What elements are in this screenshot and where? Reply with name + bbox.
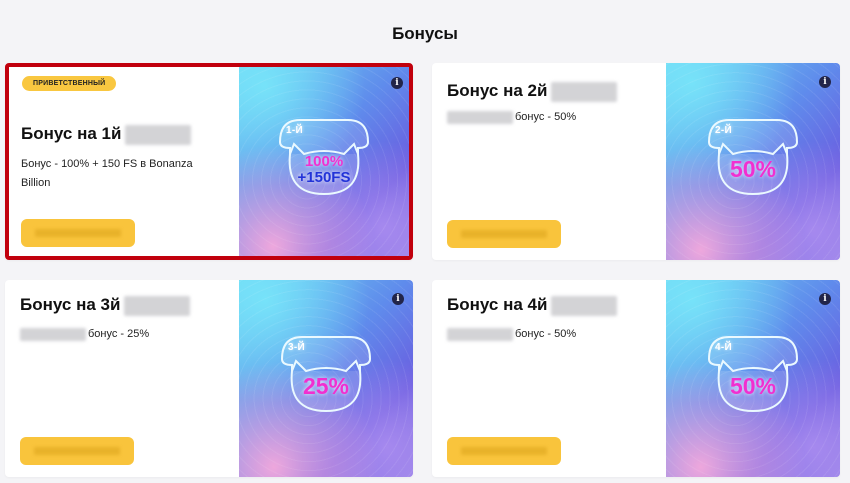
welcome-badge: ПРИВЕТСТВЕННЫЙ — [22, 76, 117, 91]
bonus-percent: 50% — [729, 372, 777, 399]
bonus-rank: 4-Й — [715, 341, 732, 353]
bonus-image: i 2-Й 50% — [666, 63, 840, 260]
bonus-card-2[interactable]: Бонус на 2й бонус - 50% i 2-Й 50% — [432, 63, 840, 260]
card-description-text: бонус - 50% — [515, 328, 577, 340]
get-bonus-button[interactable] — [21, 219, 135, 247]
card-title-text: Бонус на 1й — [21, 124, 122, 143]
card-title: Бонус на 2й — [447, 81, 618, 102]
bonus-rank: 2-Й — [715, 124, 732, 136]
bonus-percent: 100% +150FS — [272, 152, 376, 186]
redacted-text — [20, 327, 86, 341]
bonus-card-1[interactable]: ПРИВЕТСТВЕННЫЙ Бонус на 1й Бонус - 100% … — [5, 63, 413, 260]
card-title-text: Бонус на 4й — [447, 295, 548, 314]
redacted-text — [125, 124, 192, 145]
redacted-button-label — [34, 447, 120, 455]
card-description-text: бонус - 25% — [88, 328, 150, 340]
redacted-button-label — [35, 229, 121, 237]
cat-badge: 4-Й 50% — [701, 335, 805, 415]
info-icon[interactable]: i — [819, 76, 831, 88]
bonus-image: i 1-Й 100% +150FS — [239, 67, 409, 256]
card-description: бонус - 50% — [447, 325, 576, 344]
card-title: Бонус на 1й — [21, 124, 192, 145]
card-title: Бонус на 4й — [447, 295, 618, 316]
redacted-button-label — [461, 447, 547, 455]
page-title: Бонусы — [392, 24, 458, 43]
card-description: бонус - 50% — [447, 108, 576, 127]
redacted-text — [124, 295, 191, 316]
info-icon[interactable]: i — [392, 293, 404, 305]
card-title-text: Бонус на 3й — [20, 295, 121, 314]
get-bonus-button[interactable] — [20, 437, 134, 465]
bonus-percent: 50% — [729, 155, 777, 182]
info-icon[interactable]: i — [819, 293, 831, 305]
bonus-card-4[interactable]: Бонус на 4й бонус - 50% i 4-Й 50% — [432, 280, 840, 477]
bonus-image: i 4-Й 50% — [666, 280, 840, 477]
info-icon[interactable]: i — [391, 77, 403, 89]
bonus-percent-value: 100% — [304, 152, 344, 170]
card-description-text: бонус - 50% — [515, 111, 577, 123]
get-bonus-button[interactable] — [447, 437, 561, 465]
bonus-card-3[interactable]: Бонус на 3й бонус - 25% i 3-Й 25% — [5, 280, 413, 477]
get-bonus-button[interactable] — [447, 220, 561, 248]
card-title-text: Бонус на 2й — [447, 81, 548, 100]
card-description: Бонус - 100% + 150 FS в Bonanza Billion — [21, 158, 193, 189]
cat-badge: 1-Й 100% +150FS — [272, 118, 376, 198]
card-title: Бонус на 3й — [20, 295, 191, 316]
bonus-rank: 1-Й — [286, 124, 303, 136]
redacted-text — [551, 295, 618, 316]
card-description: бонус - 25% — [20, 325, 149, 344]
free-spins-value: +150FS — [297, 168, 351, 186]
redacted-text — [447, 327, 513, 341]
cat-badge: 3-Й 25% — [274, 335, 378, 415]
redacted-text — [551, 81, 618, 102]
redacted-text — [447, 110, 513, 124]
bonus-image: i 3-Й 25% — [239, 280, 413, 477]
bonus-percent: 25% — [302, 372, 350, 399]
redacted-button-label — [461, 230, 547, 238]
cat-badge: 2-Й 50% — [701, 118, 805, 198]
bonus-rank: 3-Й — [288, 341, 305, 353]
